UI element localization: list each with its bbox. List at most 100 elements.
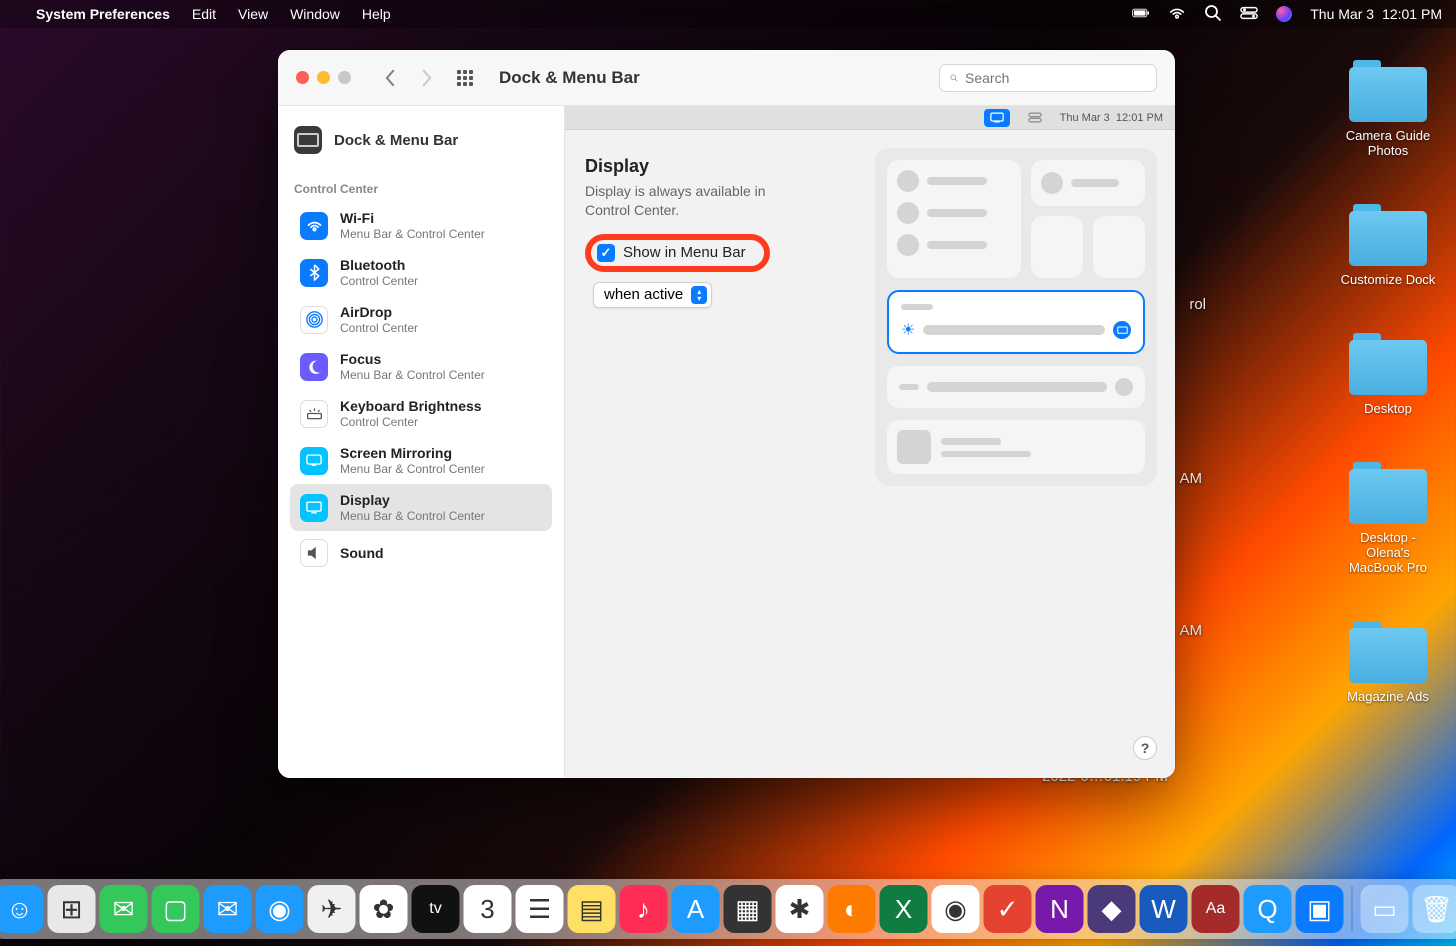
maximize-button[interactable] [338, 71, 351, 84]
menu-view[interactable]: View [238, 6, 268, 22]
search-input[interactable] [965, 70, 1146, 86]
display-icon [300, 494, 328, 522]
dock-calculator[interactable]: ▦ [724, 885, 772, 933]
dock-messages[interactable]: ✉ [100, 885, 148, 933]
wifi-icon[interactable] [1168, 4, 1186, 25]
desktop-folder[interactable]: Magazine Ads [1340, 621, 1436, 704]
sidebar-item-sound[interactable]: Sound [290, 531, 552, 575]
checkbox-label: Show in Menu Bar [623, 244, 746, 261]
search-icon [950, 71, 958, 85]
desktop-folder[interactable]: Customize Dock [1340, 204, 1436, 287]
sidebar-item-focus[interactable]: FocusMenu Bar & Control Center [290, 343, 552, 390]
display-indicator-icon [1113, 321, 1131, 339]
sound-icon [300, 539, 328, 567]
dock-trash[interactable]: 🗑 [1413, 885, 1456, 933]
menubar-clock[interactable]: Thu Mar 312:01 PM [1310, 6, 1442, 22]
dock-onenote[interactable]: N [1036, 885, 1084, 933]
dock: ☺⊞✉▢✉◉✈✿tv3☰▤♪A▦✱◐X◉✓N◆WAaQ▣ ▭🗑 [0, 879, 1456, 939]
dock-finder[interactable]: ☺ [0, 885, 44, 933]
sidebar: Dock & Menu Bar Control Center Wi-FiMenu… [278, 106, 564, 778]
dock-music[interactable]: ♪ [620, 885, 668, 933]
dock-slack[interactable]: ✱ [776, 885, 824, 933]
sidebar-item-wi-fi[interactable]: Wi-FiMenu Bar & Control Center [290, 202, 552, 249]
sidebar-item-keyboard-brightness[interactable]: Keyboard BrightnessControl Center [290, 390, 552, 437]
minimize-button[interactable] [317, 71, 330, 84]
when-active-dropdown[interactable]: when active ▴▾ [593, 282, 712, 308]
dock-excel[interactable]: X [880, 885, 928, 933]
show-in-menubar-checkbox[interactable]: ✓ [597, 244, 615, 262]
mirror-icon [300, 447, 328, 475]
dock-mail[interactable]: ✉ [204, 885, 252, 933]
desktop-folder[interactable]: Desktop - Olena's MacBook Pro [1340, 462, 1436, 575]
dock-todoist[interactable]: ✓ [984, 885, 1032, 933]
folder-icon [1349, 462, 1427, 524]
siri-icon[interactable] [1276, 6, 1292, 22]
folder-icon [1349, 621, 1427, 683]
system-preferences-window: Dock & Menu Bar Dock & Menu Bar Control … [278, 50, 1175, 778]
search-field[interactable] [939, 64, 1157, 92]
control-center-preview: ☀ [875, 130, 1175, 778]
bt-icon [300, 259, 328, 287]
dock-appstore[interactable]: A [672, 885, 720, 933]
dock-reminders[interactable]: ☰ [516, 885, 564, 933]
dock-tv[interactable]: tv [412, 885, 460, 933]
dock-launchpad[interactable]: ⊞ [48, 885, 96, 933]
dock-dictionary[interactable]: Aa [1192, 885, 1240, 933]
desktop-folder[interactable]: Camera Guide Photos [1340, 60, 1436, 158]
dock-obsidian[interactable]: ◆ [1088, 885, 1136, 933]
dock-firefox[interactable]: ◐ [828, 885, 876, 933]
menu-help[interactable]: Help [362, 6, 391, 22]
window-controls [296, 71, 351, 84]
sidebar-item-screen-mirroring[interactable]: Screen MirroringMenu Bar & Control Cente… [290, 437, 552, 484]
dock-zoom[interactable]: ▣ [1296, 885, 1344, 933]
dock-word[interactable]: W [1140, 885, 1188, 933]
dock-calendar[interactable]: 3 [464, 885, 512, 933]
dock-maps[interactable]: ✈ [308, 885, 356, 933]
dock-safari[interactable]: ◉ [256, 885, 304, 933]
pane-heading: Display [585, 156, 855, 177]
dock-photos[interactable]: ✿ [360, 885, 408, 933]
desktop-icons: Camera Guide Photos Customize Dock Deskt… [1340, 60, 1436, 704]
sidebar-item-airdrop[interactable]: AirDropControl Center [290, 296, 552, 343]
dock-facetime[interactable]: ▢ [152, 885, 200, 933]
folder-icon [1349, 204, 1427, 266]
folder-icon [1349, 333, 1427, 395]
dropdown-stepper-icon: ▴▾ [691, 286, 707, 304]
background-peek-text: AM [1174, 622, 1202, 639]
window-title: Dock & Menu Bar [499, 68, 640, 88]
help-button[interactable]: ? [1133, 736, 1157, 760]
system-menubar: System Preferences Edit View Window Help… [0, 0, 1456, 28]
desktop-folder[interactable]: Desktop [1340, 333, 1436, 416]
pane-description: Display is always available in Control C… [585, 182, 805, 220]
control-center-icon[interactable] [1240, 4, 1258, 25]
dock-chrome[interactable]: ◉ [932, 885, 980, 933]
forward-button[interactable] [415, 67, 437, 89]
window-toolbar: Dock & Menu Bar [278, 50, 1175, 106]
brightness-icon: ☀ [901, 320, 915, 340]
preview-display-status-icon [984, 109, 1010, 127]
dock-quicktime[interactable]: Q [1244, 885, 1292, 933]
sidebar-item-bluetooth[interactable]: BluetoothControl Center [290, 249, 552, 296]
airdrop-icon [300, 306, 328, 334]
settings-pane: Thu Mar 3 12:01 PM Display Display is al… [564, 106, 1175, 778]
sidebar-item-display[interactable]: DisplayMenu Bar & Control Center [290, 484, 552, 531]
moon-icon [300, 353, 328, 381]
preview-menubar: Thu Mar 3 12:01 PM [565, 106, 1175, 130]
menu-edit[interactable]: Edit [192, 6, 216, 22]
dock-notes[interactable]: ▤ [568, 885, 616, 933]
preview-control-center-icon [1022, 109, 1048, 127]
sidebar-top-item[interactable]: Dock & Menu Bar [290, 118, 552, 172]
sidebar-section-header: Control Center [290, 172, 552, 202]
dock-recents[interactable]: ▭ [1361, 885, 1409, 933]
battery-icon[interactable] [1132, 4, 1150, 25]
folder-icon [1349, 60, 1427, 122]
close-button[interactable] [296, 71, 309, 84]
background-peek-text: rol [1178, 296, 1206, 313]
menu-window[interactable]: Window [290, 6, 340, 22]
spotlight-icon[interactable] [1204, 4, 1222, 25]
back-button[interactable] [379, 67, 401, 89]
app-name[interactable]: System Preferences [36, 6, 170, 22]
show-all-button[interactable] [457, 70, 473, 86]
preview-clock: Thu Mar 3 12:01 PM [1060, 112, 1163, 124]
dock-menubar-icon [294, 126, 322, 154]
